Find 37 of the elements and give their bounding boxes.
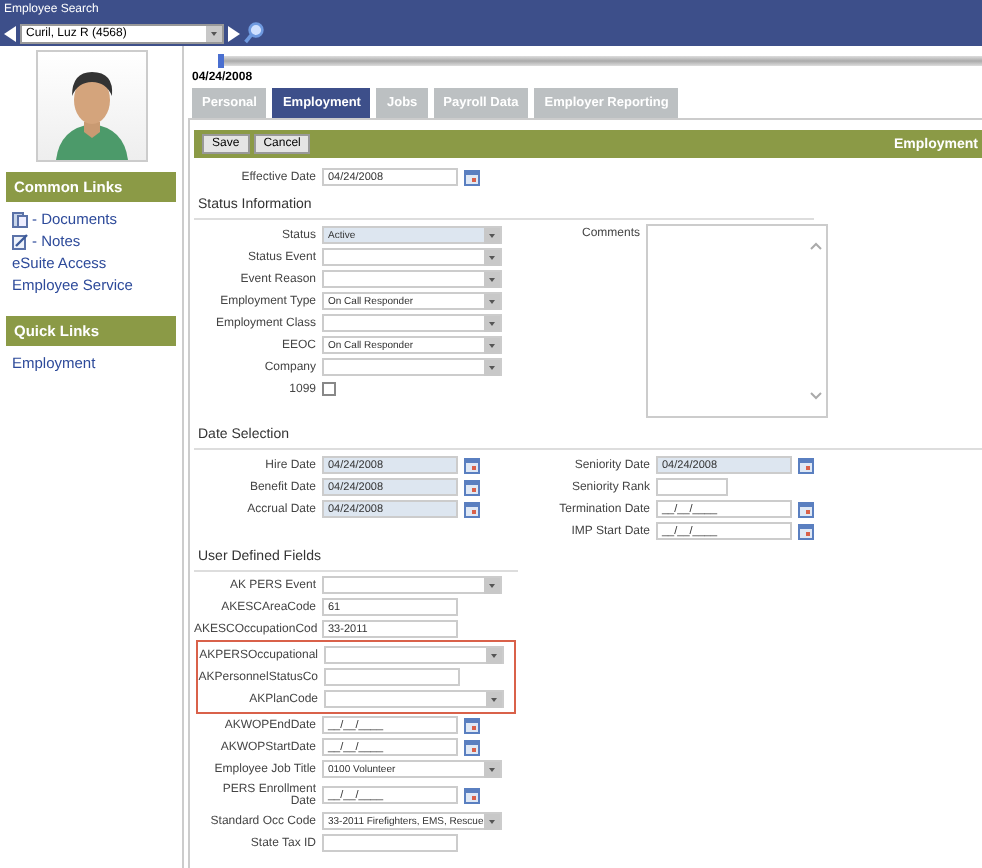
timeline-handle[interactable] (218, 54, 224, 68)
calendar-icon[interactable] (464, 739, 480, 755)
calendar-icon[interactable] (464, 479, 480, 495)
dropdown-arrow-icon[interactable] (484, 813, 500, 829)
next-arrow-icon[interactable] (228, 25, 240, 41)
document-icon (12, 211, 28, 227)
calendar-icon[interactable] (464, 169, 480, 185)
scroll-up-icon[interactable] (810, 242, 822, 250)
calendar-icon[interactable] (464, 501, 480, 517)
text-field[interactable] (322, 834, 458, 852)
calendar-icon[interactable] (464, 717, 480, 733)
checkbox[interactable] (322, 382, 336, 396)
dropdown-arrow-icon[interactable] (484, 761, 500, 777)
dropdown-arrow-icon[interactable] (484, 337, 500, 353)
search-icon[interactable] (244, 22, 264, 44)
calendar-icon[interactable] (798, 501, 814, 517)
comments-field[interactable] (646, 224, 828, 418)
calendar-icon[interactable] (464, 787, 480, 803)
calendar-icon[interactable] (798, 457, 814, 473)
calendar-icon[interactable] (464, 457, 480, 473)
dropdown-arrow-icon[interactable] (484, 271, 500, 287)
dropdown-arrow-icon[interactable] (484, 577, 500, 593)
dropdown-arrow-icon[interactable] (206, 25, 222, 41)
dropdown-arrow-icon[interactable] (484, 227, 500, 243)
calendar-icon[interactable] (798, 523, 814, 539)
scroll-down-icon[interactable] (810, 392, 822, 400)
dropdown-arrow-icon[interactable] (484, 249, 500, 265)
note-icon (12, 233, 28, 249)
previous-arrow-icon[interactable] (4, 25, 16, 41)
dropdown-arrow-icon[interactable] (484, 359, 500, 375)
dropdown-arrow-icon[interactable] (486, 691, 502, 707)
dropdown-arrow-icon[interactable] (486, 647, 502, 663)
text-field[interactable] (656, 478, 728, 496)
dropdown-arrow-icon[interactable] (484, 293, 500, 309)
dropdown-arrow-icon[interactable] (484, 315, 500, 331)
timeline-track[interactable] (218, 56, 982, 66)
text-field[interactable] (324, 668, 460, 686)
